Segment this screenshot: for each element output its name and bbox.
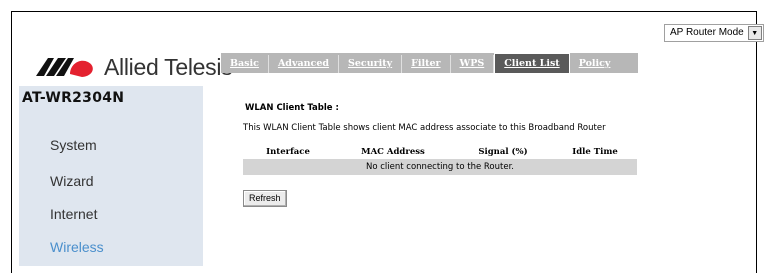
page-description: This WLAN Client Table shows client MAC … [243,123,606,133]
table-row: No client connecting to the Router. [243,159,637,175]
sidebar-item-system[interactable]: System [19,136,203,154]
header-mac-address: MAC Address [361,146,425,157]
header-interface: Interface [266,146,310,157]
tab-security[interactable]: Security [339,55,403,73]
client-table: Interface MAC Address Signal (%) Idle Ti… [243,144,637,175]
mode-select[interactable]: AP Router Mode ▼ [664,24,764,42]
sidebar-item-wizard[interactable]: Wizard [19,172,203,190]
brand-name: Allied Telesis [104,53,233,80]
tab-basic[interactable]: Basic [221,55,269,73]
logo: Allied Telesis [36,52,233,82]
top-nav: Basic Advanced Security Filter WPS Clien… [221,53,638,73]
tab-client-list[interactable]: Client List [494,53,570,73]
refresh-button[interactable]: Refresh [243,190,287,207]
sidebar-item-internet[interactable]: Internet [19,205,203,223]
header-idle-time: Idle Time [572,146,618,157]
model-name: AT-WR2304N [22,90,125,106]
mode-select-value: AP Router Mode [670,27,744,38]
empty-message: No client connecting to the Router. [243,159,637,175]
tab-policy[interactable]: Policy [570,55,620,73]
table-header-row: Interface MAC Address Signal (%) Idle Ti… [243,144,637,159]
tab-filter[interactable]: Filter [402,55,451,73]
page-title: WLAN Client Table : [245,103,339,113]
sidebar: System Wizard Internet Wireless [19,86,203,266]
tab-wps[interactable]: WPS [451,55,495,73]
header-signal: Signal (%) [478,146,528,157]
sidebar-item-wireless[interactable]: Wireless [19,238,203,256]
tab-advanced[interactable]: Advanced [269,55,340,73]
chevron-down-icon[interactable]: ▼ [747,26,762,40]
allied-telesis-logo-icon [36,58,93,77]
